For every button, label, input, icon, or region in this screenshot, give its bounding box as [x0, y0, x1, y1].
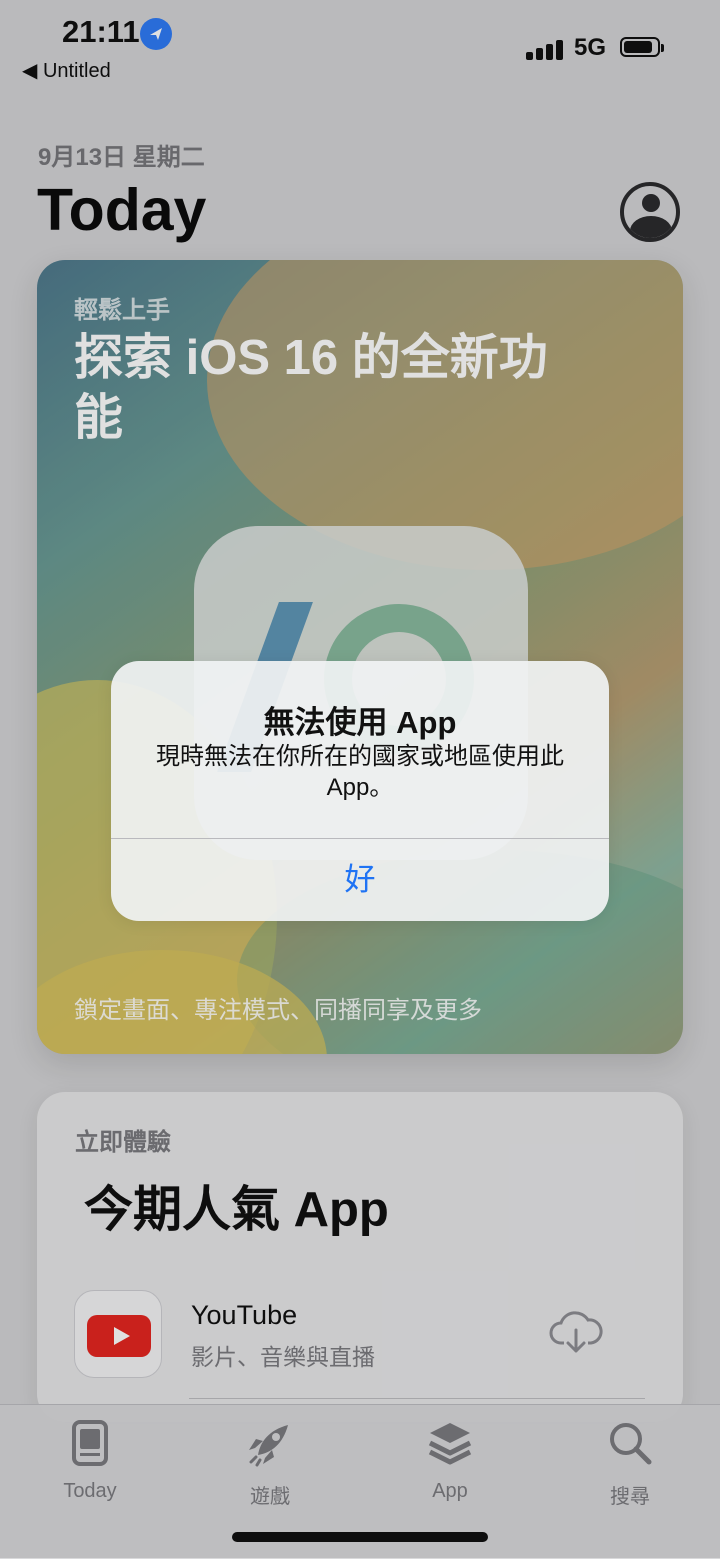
alert-title: 無法使用 App — [263, 705, 457, 740]
unavailable-app-alert: 無法使用 App 現時無法在你所在的國家或地區使用此 App。 好 — [111, 661, 609, 921]
alert-ok-button[interactable]: 好 — [111, 839, 609, 921]
alert-message: 現時無法在你所在的國家或地區使用此 App。 — [156, 743, 564, 801]
